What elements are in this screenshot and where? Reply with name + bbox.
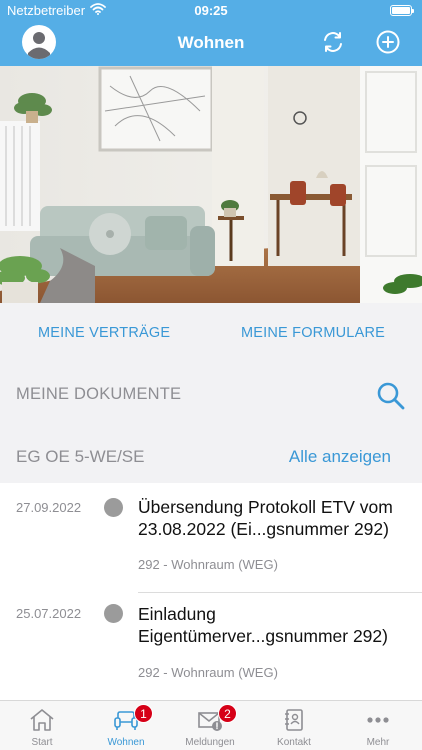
item-subtitle: 292 - Wohnraum (WEG) bbox=[138, 665, 278, 680]
status-bar: Netzbetreiber 09:25 bbox=[0, 0, 422, 22]
page-title: Wohnen bbox=[177, 33, 245, 52]
tab-bar: Start 1 Wohnen 2 Meldungen Kontakt Mehr bbox=[0, 700, 422, 750]
plus-circle-icon bbox=[376, 30, 400, 54]
add-button[interactable] bbox=[375, 29, 401, 55]
tab-meldungen[interactable]: 2 Meldungen bbox=[168, 701, 252, 750]
item-title: Einladung Eigentümerver...gsnummer 292) bbox=[138, 603, 418, 647]
show-all-link[interactable]: Alle anzeigen bbox=[289, 447, 391, 467]
search-icon bbox=[377, 382, 405, 410]
tab-label: Kontakt bbox=[277, 737, 311, 748]
sync-icon[interactable] bbox=[320, 29, 346, 55]
item-title-line2: 23.08.2022 (Ei...gsnummer 292) bbox=[138, 519, 389, 539]
list-item[interactable]: 27.09.2022 Übersendung Protokoll ETV vom… bbox=[0, 483, 422, 593]
tab-mehr[interactable]: Mehr bbox=[336, 701, 420, 750]
top-bar: Netzbetreiber 09:25 Wohnen bbox=[0, 0, 422, 66]
item-date: 25.07.2022 bbox=[16, 606, 82, 621]
document-list: 27.09.2022 Übersendung Protokoll ETV vom… bbox=[0, 483, 422, 700]
tab-wohnen[interactable]: 1 Wohnen bbox=[84, 701, 168, 750]
screen: Netzbetreiber 09:25 Wohnen MEINE VERTRÄG… bbox=[0, 0, 422, 750]
item-subtitle: 292 - Wohnraum (WEG) bbox=[138, 557, 278, 572]
item-title: Übersendung Protokoll ETV vom 23.08.2022… bbox=[138, 496, 418, 540]
contact-book-icon bbox=[285, 709, 303, 731]
item-title-line1: Übersendung Protokoll ETV vom bbox=[138, 497, 393, 517]
search-button[interactable] bbox=[375, 380, 407, 412]
status-dot-icon bbox=[104, 498, 123, 517]
my-documents-label: MEINE DOKUMENTE bbox=[16, 385, 182, 403]
my-forms-link[interactable]: MEINE FORMULARE bbox=[241, 325, 385, 341]
tab-kontakt[interactable]: Kontakt bbox=[252, 701, 336, 750]
item-title-line1: Einladung bbox=[138, 604, 216, 624]
battery-icon bbox=[390, 5, 414, 16]
tab-start[interactable]: Start bbox=[0, 701, 84, 750]
tab-label: Mehr bbox=[366, 737, 390, 748]
home-icon bbox=[30, 709, 54, 731]
item-date: 27.09.2022 bbox=[16, 500, 82, 515]
status-dot-icon bbox=[104, 604, 123, 623]
tab-label: Meldungen bbox=[185, 737, 235, 748]
section-title: EG OE 5-WE/SE bbox=[16, 447, 145, 466]
list-item[interactable]: 25.07.2022 Einladung Eigentümerver...gsn… bbox=[0, 593, 422, 700]
status-time: 09:25 bbox=[194, 3, 228, 18]
quick-links: MEINE VERTRÄGE MEINE FORMULARE bbox=[0, 303, 422, 365]
tab-label: Start bbox=[31, 737, 53, 748]
hero-image bbox=[0, 66, 422, 303]
my-contracts-link[interactable]: MEINE VERTRÄGE bbox=[38, 325, 170, 341]
tab-badge: 1 bbox=[134, 704, 153, 723]
item-title-line2: Eigentümerver...gsnummer 292) bbox=[138, 626, 388, 646]
documents-row[interactable]: MEINE DOKUMENTE bbox=[0, 365, 422, 423]
section-header: EG OE 5-WE/SE Alle anzeigen bbox=[0, 423, 422, 483]
tab-label: Wohnen bbox=[107, 737, 145, 748]
more-icon bbox=[367, 717, 389, 723]
tab-badge: 2 bbox=[218, 704, 237, 723]
